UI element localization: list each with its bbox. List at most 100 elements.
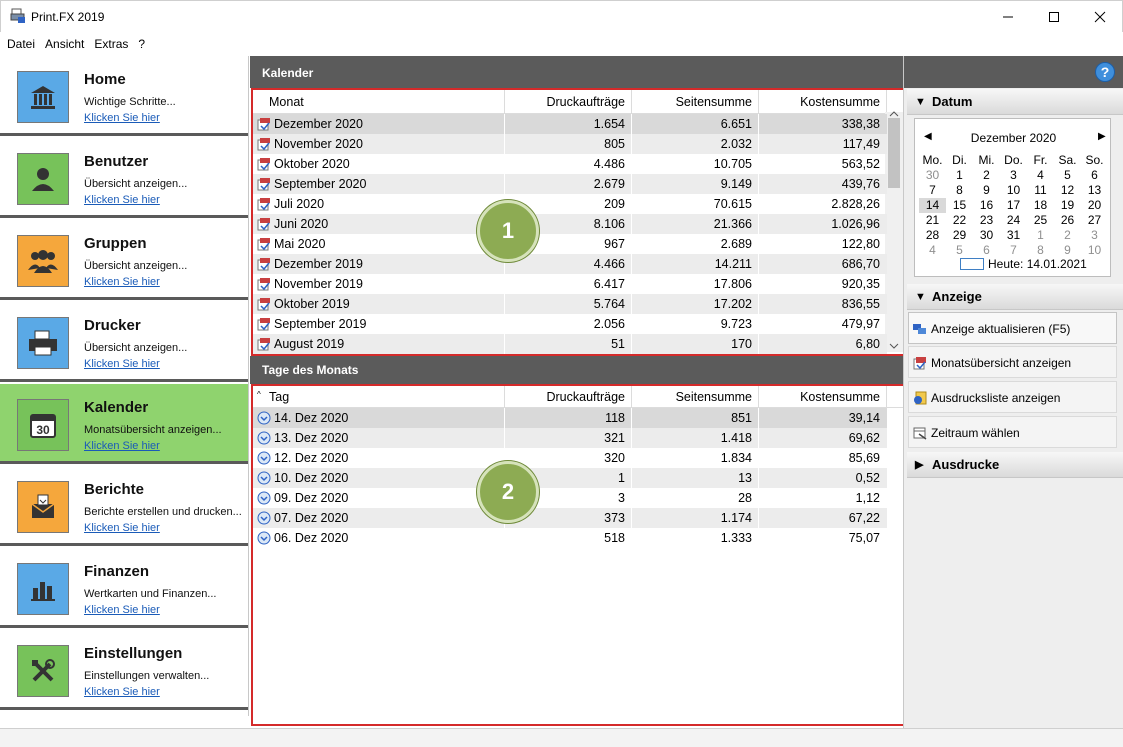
calendar-day[interactable]: 3 [1000, 168, 1027, 183]
close-button[interactable] [1077, 1, 1123, 32]
nav-item-berichte[interactable]: Berichte Berichte erstellen und drucken..… [0, 466, 248, 546]
table-row[interactable]: 06. Dez 2020 518 1.333 75,07 [253, 528, 887, 548]
menu-ansicht[interactable]: Ansicht [40, 37, 89, 51]
column-header-kostensumme[interactable]: Kostensumme [759, 386, 887, 408]
calendar-day[interactable]: 23 [973, 213, 1000, 228]
calendar-day[interactable]: 1 [946, 168, 973, 183]
calendar-day[interactable]: 2 [1054, 228, 1081, 243]
column-header-druckauftraege[interactable]: Druckaufträge [505, 386, 632, 408]
calendar-day[interactable]: 5 [1054, 168, 1081, 183]
menu-help[interactable]: ? [133, 37, 150, 51]
calendar-day[interactable]: 21 [919, 213, 946, 228]
table-row[interactable]: Oktober 2019 5.764 17.202 836,55 [253, 294, 887, 314]
calendar-day[interactable]: 8 [1027, 243, 1054, 258]
table-row[interactable]: 09. Dez 2020 3 28 1,12 [253, 488, 887, 508]
table-row[interactable]: Mai 2020 967 2.689 122,80 [253, 234, 887, 254]
calendar-day[interactable]: 13 [1081, 183, 1108, 198]
next-month-icon[interactable]: ▶ [1098, 131, 1106, 142]
table-row[interactable]: Dezember 2019 4.466 14.211 686,70 [253, 254, 887, 274]
table-row[interactable]: August 2019 51 170 6,80 [253, 334, 887, 354]
calendar-day[interactable]: 7 [919, 183, 946, 198]
section-ausdrucke[interactable]: ▶ Ausdrucke [907, 452, 1123, 478]
expand-circle-icon[interactable] [257, 431, 271, 445]
table-row[interactable]: 12. Dez 2020 320 1.834 85,69 [253, 448, 887, 468]
calendar-day[interactable]: 15 [946, 198, 973, 213]
calendar-day[interactable]: 14 [919, 198, 946, 213]
calendar-day[interactable]: 2 [973, 168, 1000, 183]
table-row[interactable]: 10. Dez 2020 1 13 0,52 [253, 468, 887, 488]
days-grid[interactable]: ^ Tag Druckaufträge Seitensumme Kostensu… [251, 384, 905, 726]
table-row[interactable]: Juni 2020 8.106 21.366 1.026,96 [253, 214, 887, 234]
table-row[interactable]: 14. Dez 2020 118 851 39,14 [253, 408, 887, 428]
calendar-day[interactable]: 1 [1027, 228, 1054, 243]
scroll-up-icon[interactable] [889, 110, 899, 118]
calendar-day[interactable]: 10 [1000, 183, 1027, 198]
expand-circle-icon[interactable] [257, 411, 271, 425]
column-header-kostensumme[interactable]: Kostensumme [759, 90, 887, 114]
calendar-day[interactable]: 20 [1081, 198, 1108, 213]
calendar-day[interactable]: 10 [1081, 243, 1108, 258]
calendar-day[interactable]: 7 [1000, 243, 1027, 258]
calendar-today[interactable]: Heute: 14.01.2021 [960, 257, 1087, 271]
calendar-day[interactable]: 27 [1081, 213, 1108, 228]
table-row[interactable]: 13. Dez 2020 321 1.418 69,62 [253, 428, 887, 448]
table-row[interactable]: September 2020 2.679 9.149 439,76 [253, 174, 887, 194]
section-datum[interactable]: ▼ Datum [907, 89, 1123, 115]
expand-circle-icon[interactable] [257, 511, 271, 525]
nav-item-link[interactable]: Klicken Sie hier [84, 522, 160, 534]
nav-item-link[interactable]: Klicken Sie hier [84, 686, 160, 698]
table-row[interactable]: Oktober 2020 4.486 10.705 563,52 [253, 154, 887, 174]
calendar-day[interactable]: 9 [1054, 243, 1081, 258]
column-header-druckauftraege[interactable]: Druckaufträge [505, 90, 632, 114]
calendar-day[interactable]: 4 [919, 243, 946, 258]
expand-circle-icon[interactable] [257, 451, 271, 465]
nav-item-finanzen[interactable]: Finanzen Wertkarten und Finanzen... Klicke… [0, 548, 248, 628]
table-row[interactable]: Dezember 2020 1.654 6.651 338,38 [253, 114, 887, 134]
column-header-tag[interactable]: ^ Tag [253, 386, 505, 408]
calendar-day[interactable]: 8 [946, 183, 973, 198]
table-row[interactable]: November 2019 6.417 17.806 920,35 [253, 274, 887, 294]
column-header-seitensumme[interactable]: Seitensumme [632, 90, 759, 114]
calendar-day[interactable]: 4 [1027, 168, 1054, 183]
nav-item-link[interactable]: Klicken Sie hier [84, 112, 160, 124]
calendar-day[interactable]: 3 [1081, 228, 1108, 243]
calendar-day[interactable]: 26 [1054, 213, 1081, 228]
table-row[interactable]: November 2020 805 2.032 117,49 [253, 134, 887, 154]
nav-item-gruppen[interactable]: Gruppen Übersicht anzeigen... Klicken Sie … [0, 220, 248, 300]
nav-item-kalender[interactable]: 30 Kalender Monatsübersicht anzeigen... Kli… [0, 384, 248, 464]
section-anzeige[interactable]: ▼ Anzeige [907, 284, 1123, 310]
calendar-day[interactable]: 30 [919, 168, 946, 183]
calendar-day[interactable]: 22 [946, 213, 973, 228]
scroll-down-icon[interactable] [889, 342, 899, 350]
calendar-day[interactable]: 16 [973, 198, 1000, 213]
calendar-day[interactable]: 29 [946, 228, 973, 243]
nav-item-drucker[interactable]: Drucker Übersicht anzeigen... Klicken Sie … [0, 302, 248, 382]
maximize-button[interactable] [1031, 1, 1077, 32]
calendar-day[interactable]: 18 [1027, 198, 1054, 213]
calendar-day[interactable]: 9 [973, 183, 1000, 198]
expand-circle-icon[interactable] [257, 471, 271, 485]
column-header-seitensumme[interactable]: Seitensumme [632, 386, 759, 408]
vertical-scrollbar[interactable] [885, 110, 903, 352]
calendar-day[interactable]: 19 [1054, 198, 1081, 213]
table-row[interactable]: September 2019 2.056 9.723 479,97 [253, 314, 887, 334]
calendar-day[interactable]: 17 [1000, 198, 1027, 213]
nav-item-benutzer[interactable]: Benutzer Übersicht anzeigen... Klicken Sie… [0, 138, 248, 218]
calendar-day[interactable]: 6 [973, 243, 1000, 258]
nav-item-home[interactable]: Home Wichtige Schritte... Klicken Sie hier [0, 56, 248, 136]
show-month-overview-button[interactable]: Monatsübersicht anzeigen [908, 346, 1117, 378]
nav-item-link[interactable]: Klicken Sie hier [84, 194, 160, 206]
calendar-day[interactable]: 28 [919, 228, 946, 243]
choose-date-range-button[interactable]: Zeitraum wählen [908, 416, 1117, 448]
show-print-list-button[interactable]: Ausdrucksliste anzeigen [908, 381, 1117, 413]
nav-item-link[interactable]: Klicken Sie hier [84, 604, 160, 616]
month-grid[interactable]: Monat Druckaufträge Seitensumme Kostensu… [251, 88, 905, 356]
scrollbar-thumb[interactable] [888, 118, 900, 188]
calendar-day[interactable]: 25 [1027, 213, 1054, 228]
date-picker[interactable]: ◀ Dezember 2020 ▶ Heute: 14.01.2021 Mo. D… [914, 118, 1111, 277]
refresh-view-button[interactable]: Anzeige aktualisieren (F5) [908, 312, 1117, 344]
nav-item-link[interactable]: Klicken Sie hier [84, 358, 160, 370]
minimize-button[interactable] [985, 1, 1031, 32]
expand-circle-icon[interactable] [257, 531, 271, 545]
calendar-day[interactable]: 31 [1000, 228, 1027, 243]
